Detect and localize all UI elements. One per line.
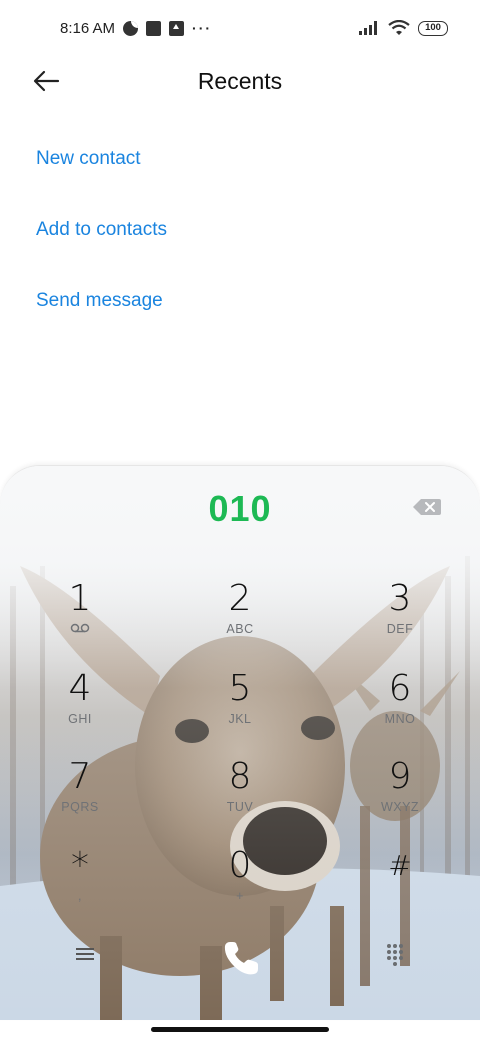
dialer-bottom-bar	[0, 936, 480, 996]
add-to-contacts-link[interactable]: Add to contacts	[36, 219, 167, 241]
key-2[interactable]: 2 ABC	[180, 579, 300, 659]
header: Recents	[0, 56, 480, 108]
key-4[interactable]: 4 GHI	[20, 669, 140, 749]
key-letters: WXYZ	[380, 800, 420, 814]
new-contact-link[interactable]: New contact	[36, 148, 141, 170]
key-digit: 5	[228, 668, 252, 709]
key-digit: *	[71, 845, 89, 886]
key-digit: 2	[228, 578, 252, 619]
key-digit: #	[388, 849, 412, 882]
key-letters: MNO	[384, 712, 416, 726]
key-star[interactable]: * ,	[20, 846, 140, 926]
dialed-number: 010	[208, 488, 272, 529]
key-digit: 9	[388, 756, 412, 797]
key-0[interactable]: 0 +	[180, 846, 300, 926]
backspace-icon[interactable]	[412, 497, 442, 517]
key-letters: TUV	[226, 800, 254, 814]
key-9[interactable]: 9 WXYZ	[340, 757, 460, 837]
key-digit: 6	[388, 668, 412, 709]
key-7[interactable]: 7 PQRS	[20, 757, 140, 837]
key-3[interactable]: 3 DEF	[340, 579, 460, 659]
home-indicator[interactable]	[151, 1027, 329, 1032]
key-letters: PQRS	[61, 800, 99, 814]
menu-icon[interactable]	[74, 944, 96, 964]
square-notification-icon	[146, 20, 162, 36]
key-digit: 3	[388, 578, 412, 619]
data-saver-icon	[123, 20, 139, 36]
key-digit: 8	[228, 756, 252, 797]
key-letters: ,	[78, 889, 82, 903]
key-letters: JKL	[228, 712, 252, 726]
phone-call-icon[interactable]	[218, 936, 262, 980]
signal-icon	[359, 21, 377, 35]
upload-notification-icon	[169, 20, 185, 36]
key-digit: 7	[68, 756, 92, 797]
status-time: 8:16 AM	[60, 19, 116, 37]
page-title: Recents	[197, 68, 283, 94]
key-digit: 1	[68, 578, 92, 619]
key-letters: DEF	[386, 622, 414, 636]
battery-icon: 100	[418, 20, 448, 36]
key-digit: 4	[68, 668, 92, 709]
key-6[interactable]: 6 MNO	[340, 669, 460, 749]
key-letters: +	[236, 889, 244, 903]
voicemail-icon	[70, 623, 90, 633]
wifi-icon	[388, 20, 410, 35]
send-message-link[interactable]: Send message	[36, 290, 163, 312]
key-digit: 0	[228, 845, 252, 886]
status-right: 100	[358, 20, 448, 36]
key-8[interactable]: 8 TUV	[180, 757, 300, 837]
key-1[interactable]: 1	[20, 579, 140, 659]
dialpad-icon[interactable]	[384, 942, 406, 966]
dialer-panel: 010 1 2 ABC 3 DEF 4 GHI 5 JKL 6 MNO 7 PQ…	[0, 465, 480, 1020]
key-5[interactable]: 5 JKL	[180, 669, 300, 749]
more-dots-icon: ···	[192, 20, 213, 36]
key-letters: GHI	[68, 712, 92, 726]
key-letters: ABC	[226, 622, 254, 636]
status-bar: 8:16 AM ··· 100	[0, 0, 480, 56]
status-left: 8:16 AM ···	[60, 20, 212, 37]
key-hash[interactable]: #	[340, 846, 460, 926]
